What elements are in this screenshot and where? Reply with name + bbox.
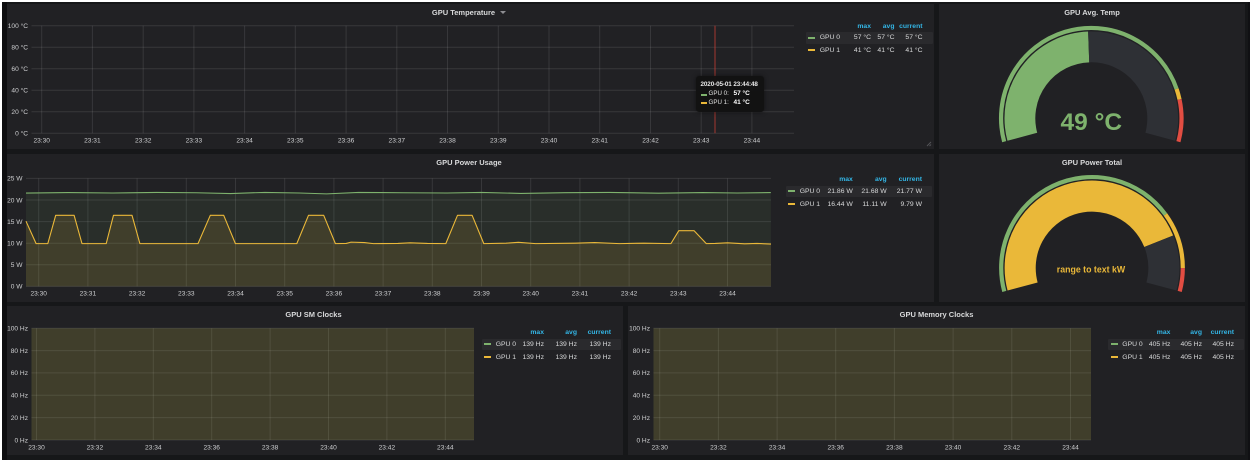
svg-text:23:38: 23:38 — [262, 444, 279, 451]
svg-text:23:40: 23:40 — [945, 444, 962, 451]
svg-text:23:33: 23:33 — [186, 138, 203, 145]
svg-text:23:44: 23:44 — [437, 444, 454, 451]
svg-text:23:36: 23:36 — [338, 138, 355, 145]
svg-text:23:32: 23:32 — [135, 138, 152, 145]
svg-text:23:35: 23:35 — [276, 291, 293, 298]
svg-text:23:44: 23:44 — [719, 291, 736, 298]
svg-text:23:38: 23:38 — [424, 291, 441, 298]
svg-text:60 Hz: 60 Hz — [633, 370, 650, 377]
svg-text:23:41: 23:41 — [591, 138, 608, 145]
svg-text:23:34: 23:34 — [227, 291, 244, 298]
svg-text:23:35: 23:35 — [287, 138, 304, 145]
svg-text:23:32: 23:32 — [710, 444, 727, 451]
svg-text:23:42: 23:42 — [621, 291, 638, 298]
svg-text:23:32: 23:32 — [129, 291, 146, 298]
svg-text:60 °C: 60 °C — [11, 65, 28, 73]
svg-text:0 °C: 0 °C — [15, 130, 28, 138]
svg-text:0 Hz: 0 Hz — [14, 437, 28, 444]
svg-text:23:36: 23:36 — [827, 444, 844, 451]
svg-text:23:30: 23:30 — [33, 138, 50, 145]
svg-text:23:30: 23:30 — [651, 444, 668, 451]
svg-text:23:43: 23:43 — [670, 291, 687, 298]
svg-text:23:38: 23:38 — [439, 138, 456, 145]
svg-text:23:40: 23:40 — [320, 444, 337, 451]
svg-text:23:40: 23:40 — [522, 291, 539, 298]
svg-text:49 °C: 49 °C — [1061, 109, 1123, 136]
svg-text:23:36: 23:36 — [203, 444, 220, 451]
svg-text:0 W: 0 W — [11, 284, 23, 291]
svg-text:23:34: 23:34 — [145, 444, 162, 451]
svg-text:23:34: 23:34 — [769, 444, 786, 451]
svg-text:10 W: 10 W — [7, 241, 23, 248]
svg-text:23:32: 23:32 — [87, 444, 104, 451]
svg-text:23:39: 23:39 — [473, 291, 490, 298]
svg-text:23:30: 23:30 — [28, 444, 45, 451]
svg-text:0 Hz: 0 Hz — [636, 437, 650, 444]
svg-text:23:37: 23:37 — [389, 138, 406, 145]
svg-text:23:40: 23:40 — [541, 138, 558, 145]
svg-text:23:30: 23:30 — [30, 291, 47, 298]
svg-text:23:43: 23:43 — [693, 138, 710, 145]
svg-text:40 Hz: 40 Hz — [11, 393, 28, 400]
svg-text:40 °C: 40 °C — [11, 87, 28, 95]
svg-text:60 Hz: 60 Hz — [11, 370, 28, 377]
svg-text:23:44: 23:44 — [744, 138, 761, 145]
svg-text:23:39: 23:39 — [490, 138, 507, 145]
svg-text:23:44: 23:44 — [1062, 444, 1079, 451]
svg-text:23:33: 23:33 — [178, 291, 195, 298]
svg-text:23:37: 23:37 — [375, 291, 392, 298]
svg-text:23:31: 23:31 — [84, 138, 101, 145]
svg-text:23:34: 23:34 — [236, 138, 253, 145]
svg-text:15 W: 15 W — [7, 219, 23, 226]
svg-text:23:42: 23:42 — [642, 138, 659, 145]
svg-text:20 Hz: 20 Hz — [11, 415, 28, 422]
svg-text:23:36: 23:36 — [326, 291, 343, 298]
svg-text:23:42: 23:42 — [1004, 444, 1021, 451]
svg-text:23:41: 23:41 — [572, 291, 589, 298]
svg-text:40 Hz: 40 Hz — [633, 393, 650, 400]
svg-text:23:42: 23:42 — [379, 444, 396, 451]
svg-text:5 W: 5 W — [11, 262, 23, 269]
svg-text:20 °C: 20 °C — [11, 108, 28, 116]
svg-text:20 Hz: 20 Hz — [633, 415, 650, 422]
svg-text:range to text kW: range to text kW — [1057, 265, 1126, 275]
svg-text:23:38: 23:38 — [886, 444, 903, 451]
svg-text:23:31: 23:31 — [80, 291, 97, 298]
